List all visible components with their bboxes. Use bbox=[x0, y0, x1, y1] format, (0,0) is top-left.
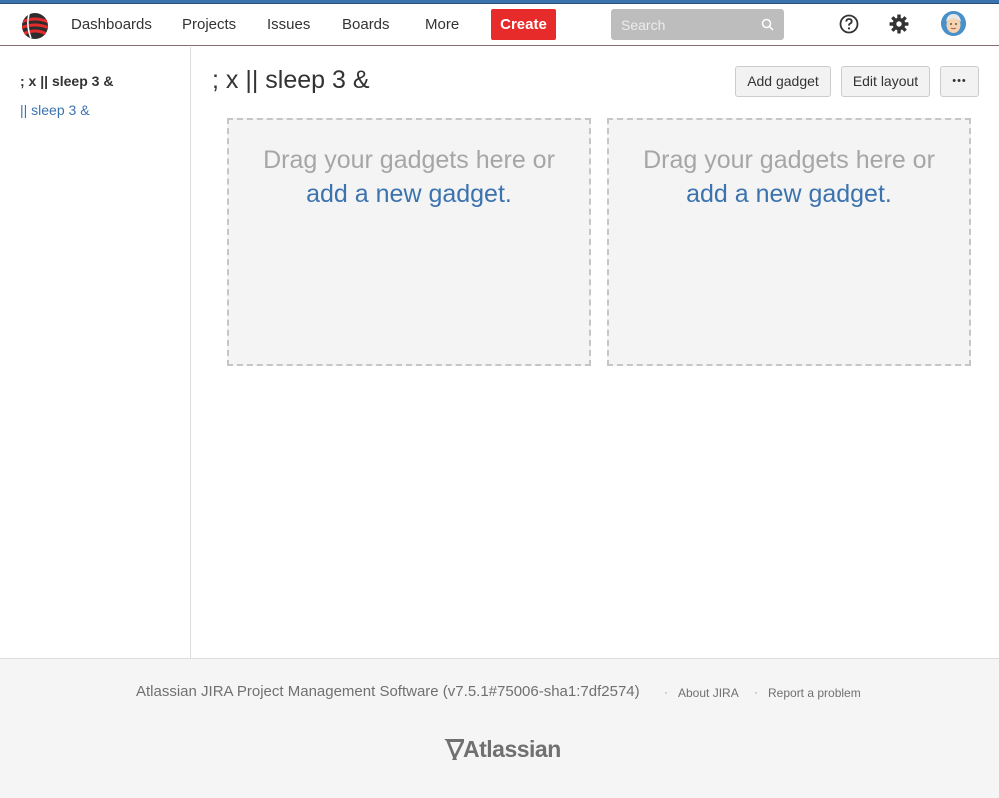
gadget-dropzone-right[interactable]: Drag your gadgets here or add a new gadg… bbox=[607, 118, 971, 366]
search-box bbox=[611, 9, 784, 40]
top-navigation-bar: Dashboards Projects Issues Boards More C… bbox=[0, 4, 999, 46]
nav-more[interactable]: More bbox=[425, 16, 459, 33]
dropzone-text: Drag your gadgets here or bbox=[643, 146, 935, 174]
footer-version-text: Atlassian JIRA Project Management Softwa… bbox=[136, 683, 640, 700]
page-footer: Atlassian JIRA Project Management Softwa… bbox=[0, 658, 999, 798]
user-avatar-icon bbox=[941, 11, 966, 36]
app-logo-icon[interactable] bbox=[20, 11, 50, 41]
edit-layout-button[interactable]: Edit layout bbox=[841, 66, 930, 97]
about-jira-link[interactable]: About JIRA bbox=[678, 686, 739, 700]
report-problem-link[interactable]: Report a problem bbox=[768, 686, 861, 700]
add-gadget-link[interactable]: add a new gadget. bbox=[609, 177, 969, 211]
nav-issues[interactable]: Issues bbox=[267, 16, 310, 33]
add-gadget-link[interactable]: add a new gadget. bbox=[229, 177, 589, 211]
more-options-button[interactable]: ••• bbox=[940, 66, 979, 97]
nav-projects[interactable]: Projects bbox=[182, 16, 236, 33]
help-icon[interactable] bbox=[839, 14, 859, 34]
nav-dashboards[interactable]: Dashboards bbox=[71, 16, 152, 33]
page-title: ; x || sleep 3 & bbox=[212, 66, 370, 94]
dashboard-sidebar: ; x || sleep 3 & || sleep 3 & bbox=[0, 47, 191, 658]
footer-separator: · bbox=[664, 685, 668, 699]
sidebar-current-dashboard[interactable]: ; x || sleep 3 & bbox=[20, 73, 113, 89]
atlassian-x-icon bbox=[444, 739, 464, 760]
user-avatar[interactable] bbox=[941, 11, 966, 36]
dropzone-text: Drag your gadgets here or bbox=[263, 146, 555, 174]
atlassian-wordmark: Atlassian bbox=[463, 736, 561, 762]
sidebar-dashboard-link[interactable]: || sleep 3 & bbox=[20, 102, 90, 118]
create-button[interactable]: Create bbox=[491, 9, 556, 40]
atlassian-logo[interactable]: Atlassian bbox=[443, 736, 561, 762]
add-gadget-button[interactable]: Add gadget bbox=[735, 66, 831, 97]
search-input[interactable] bbox=[611, 9, 784, 40]
footer-separator: · bbox=[754, 685, 758, 699]
search-icon[interactable] bbox=[761, 18, 774, 31]
gadget-dropzone-left[interactable]: Drag your gadgets here or add a new gadg… bbox=[227, 118, 591, 366]
gear-icon[interactable] bbox=[888, 13, 910, 35]
nav-boards[interactable]: Boards bbox=[342, 16, 390, 33]
